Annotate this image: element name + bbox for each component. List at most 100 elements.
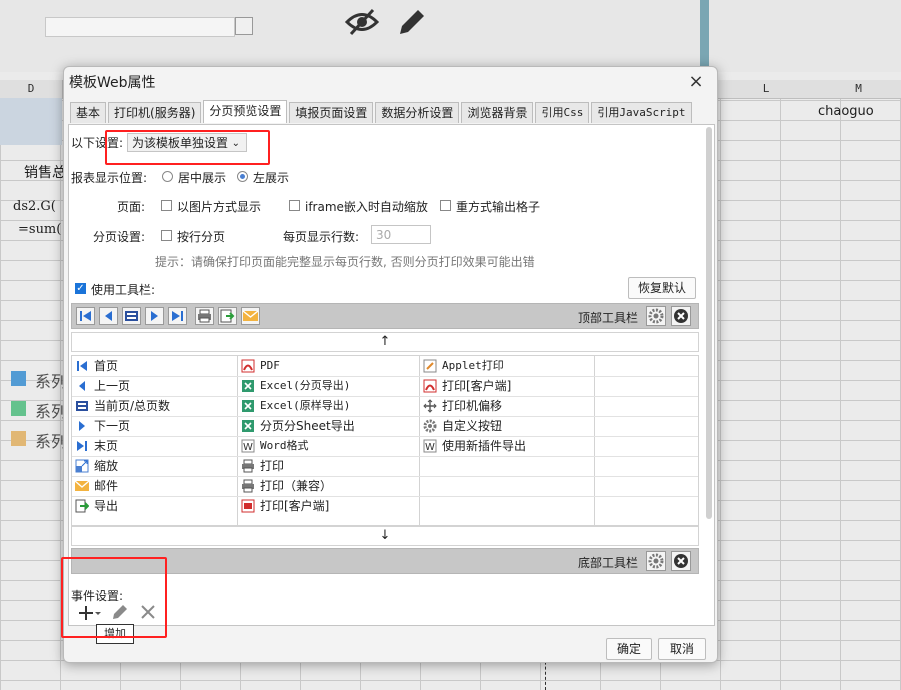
tab-page-preview[interactable]: 分页预览设置 (203, 100, 288, 123)
list-item[interactable]: W Word格式 (238, 436, 419, 456)
list-item[interactable]: 打印机偏移 (420, 396, 594, 416)
list-item[interactable]: 首页 (72, 356, 237, 376)
tab-fill-page[interactable]: 填报页面设置 (289, 102, 374, 123)
list-item[interactable]: 缩放 (72, 456, 237, 476)
list-item[interactable]: 打印[客户端] (238, 496, 419, 516)
date-input[interactable] (45, 17, 235, 37)
mode-select-value: 为该模板单独设置 (132, 136, 229, 150)
list-item[interactable]: 邮件 (72, 476, 237, 496)
list-item[interactable]: Excel(原样导出) (238, 396, 419, 416)
radio-center[interactable] (162, 171, 173, 182)
tab-data-analysis[interactable]: 数据分析设置 (375, 102, 460, 123)
item-label: 首页 (94, 359, 119, 373)
list-item[interactable]: 打印 (238, 456, 419, 476)
use-toolbar-checkbox[interactable]: ✓ (75, 283, 86, 294)
bottom-toolbar-remove-icon[interactable] (671, 551, 691, 571)
restore-default-button[interactable]: 恢复默认 (628, 277, 696, 299)
gear-icon (423, 419, 437, 433)
export-icon[interactable] (218, 307, 237, 325)
list-item[interactable]: 导出 (72, 496, 237, 516)
mode-label: 以下设置: (71, 136, 124, 150)
mail-icon[interactable] (241, 307, 260, 325)
list-item[interactable]: 末页 (72, 436, 237, 456)
calendar-icon[interactable] (235, 17, 253, 35)
legend-swatch-3 (11, 431, 26, 446)
rows-per-page-input[interactable]: 30 (371, 225, 431, 244)
list-item[interactable]: 分页分Sheet导出 (238, 416, 419, 436)
word-icon: W (423, 439, 437, 453)
top-toolbar-remove-icon[interactable] (671, 306, 691, 326)
item-label: 邮件 (94, 479, 119, 493)
list-item[interactable]: 自定义按钮 (420, 416, 594, 436)
cancel-button[interactable]: 取消 (658, 638, 706, 660)
list-item[interactable]: 上一页 (72, 376, 237, 396)
redraw-checkbox[interactable] (440, 200, 451, 211)
list-item[interactable]: 打印[客户端] (420, 376, 594, 396)
last-page-icon[interactable] (168, 307, 187, 325)
tab-ref-javascript[interactable]: 引用JavaScript (591, 102, 692, 123)
prev-page-icon[interactable] (99, 307, 118, 325)
list-item[interactable]: W 使用新插件导出 (420, 436, 594, 456)
print-icon[interactable] (195, 307, 214, 325)
delete-event-icon[interactable] (139, 603, 157, 621)
column-header-l[interactable]: L (716, 80, 817, 99)
chevron-down-icon: ⌄ (231, 138, 240, 149)
column-header-m[interactable]: M (816, 80, 901, 99)
list-item[interactable]: PDF (238, 356, 419, 376)
pencil-icon[interactable] (396, 6, 428, 38)
list-item[interactable]: 下一页 (72, 416, 237, 436)
bottom-toolbar-settings-icon[interactable] (646, 551, 666, 571)
list-item[interactable]: Applet打印 (420, 356, 594, 376)
move-down-arrow[interactable]: ↓ (71, 526, 699, 546)
item-label: 打印[客户端] (442, 379, 512, 393)
scrollbar[interactable] (706, 127, 712, 519)
tab-printer-server[interactable]: 打印机(服务器) (108, 102, 202, 123)
excel-icon (241, 419, 255, 433)
next-page-icon[interactable] (145, 307, 164, 325)
item-label: 使用新插件导出 (442, 439, 527, 453)
cell-chaoguo[interactable]: chaoguo (818, 104, 874, 119)
export-icon (75, 499, 90, 513)
move-up-arrow[interactable]: ↑ (71, 332, 699, 352)
radio-left[interactable] (237, 171, 248, 182)
first-page-icon (75, 359, 89, 373)
list-item[interactable]: 当前页/总页数 (72, 396, 237, 416)
row-paging-checkbox[interactable] (161, 230, 172, 241)
mail-icon (74, 479, 90, 493)
svg-text:W: W (243, 442, 253, 453)
list-item[interactable]: Excel(分页导出) (238, 376, 419, 396)
iframe-scale-checkbox[interactable] (289, 200, 300, 211)
page-count-icon[interactable] (122, 307, 141, 325)
tab-ref-css[interactable]: 引用Css (535, 102, 590, 123)
panel-divider (700, 0, 709, 72)
mode-select[interactable]: 为该模板单独设置 ⌄ (127, 133, 247, 152)
edit-event-icon[interactable] (111, 603, 129, 621)
ok-button[interactable]: 确定 (606, 638, 652, 660)
item-label: 打印 (260, 459, 285, 473)
cell-sum[interactable]: =sum( (18, 222, 61, 237)
image-mode-checkbox[interactable] (161, 200, 172, 211)
item-label: 自定义按钮 (442, 419, 503, 433)
cell-ds2[interactable]: ds2.G( (13, 199, 56, 214)
add-event-icon[interactable] (79, 604, 103, 622)
column-header-d[interactable]: D (0, 80, 63, 99)
item-label: 打印[客户端] (260, 499, 330, 513)
item-label: 末页 (94, 439, 119, 453)
tab-bar: 基本 打印机(服务器) 分页预览设置 填报页面设置 数据分析设置 浏览器背景 引… (70, 100, 694, 124)
bottom-toolbar-label: 底部工具栏 (578, 556, 639, 570)
image-mode-label: 以图片方式显示 (177, 200, 262, 214)
item-label: Excel(分页导出) (260, 379, 351, 392)
close-icon[interactable]: × (684, 70, 708, 94)
first-page-icon[interactable] (76, 307, 95, 325)
item-label: 下一页 (94, 419, 131, 433)
tab-browser-background[interactable]: 浏览器背景 (461, 102, 534, 123)
print-icon (241, 459, 255, 473)
tab-basic[interactable]: 基本 (70, 102, 107, 123)
list-item[interactable]: 打印（兼容） (238, 476, 419, 496)
paging-label: 分页设置: (93, 230, 146, 244)
client-print-icon (241, 499, 255, 513)
eye-off-icon[interactable] (344, 7, 380, 37)
top-toolbar-settings-icon[interactable] (646, 306, 666, 326)
word-icon: W (241, 439, 255, 453)
cell-sales-total[interactable]: 销售总 (24, 162, 66, 182)
